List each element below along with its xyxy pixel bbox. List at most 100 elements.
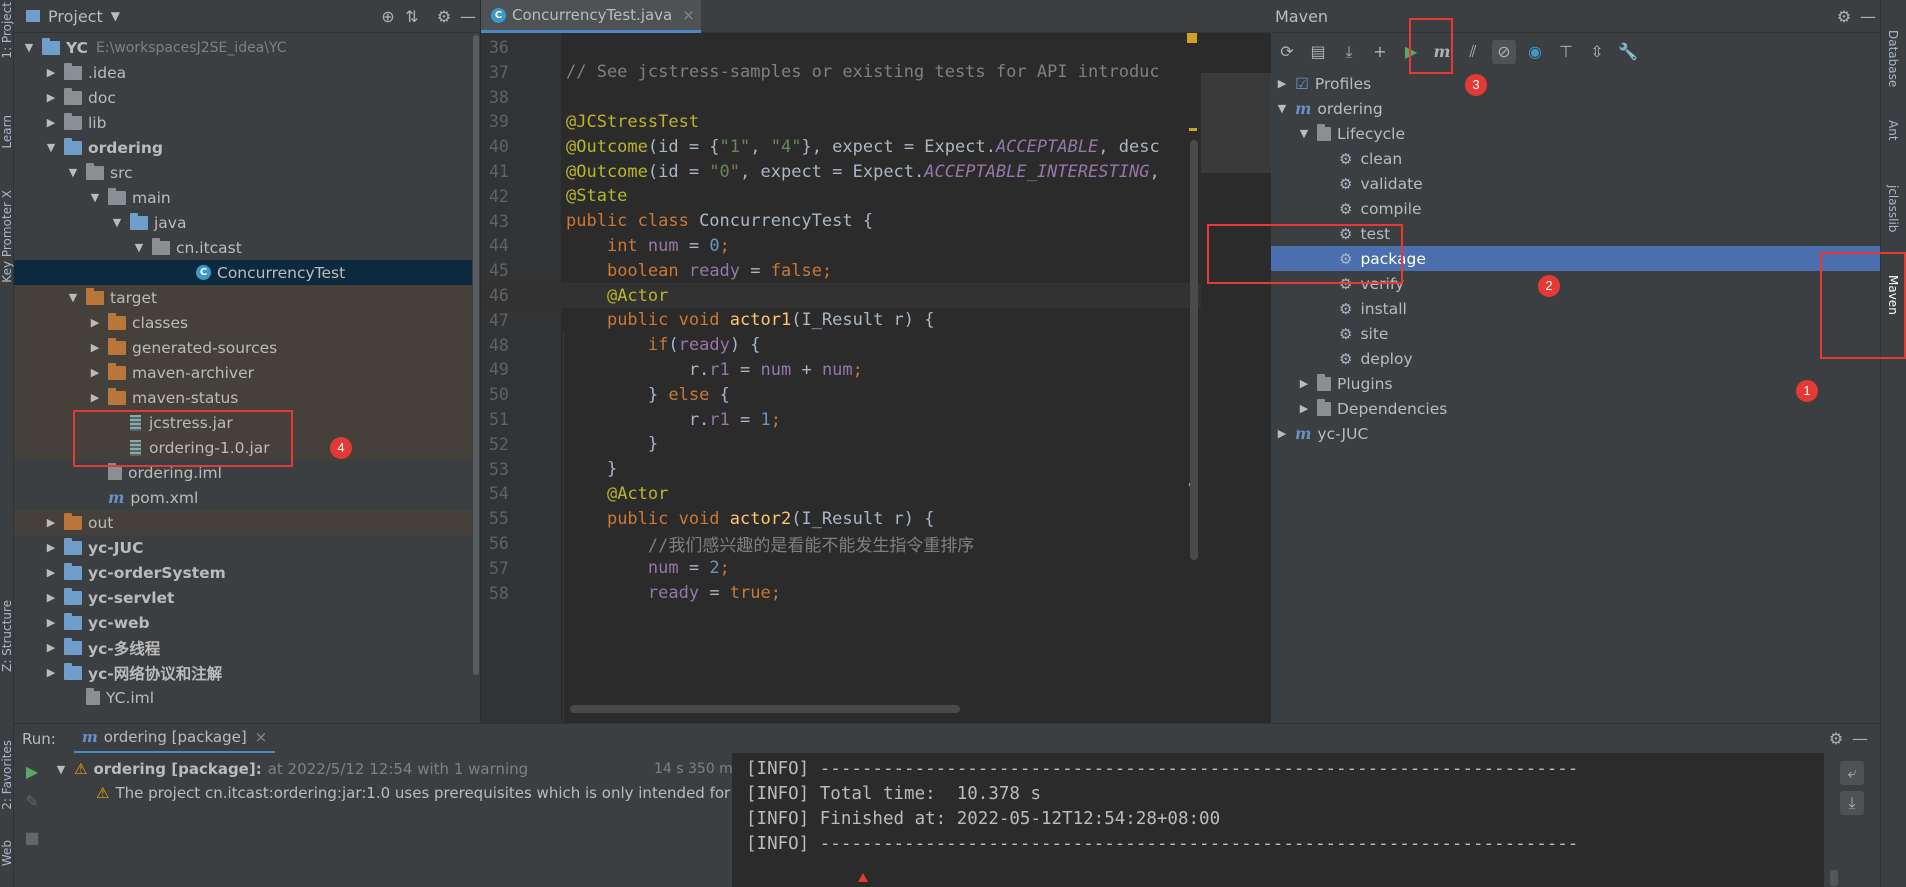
- run-tree-item[interactable]: ▼ ⚠ ordering [package]: at 2022/5/12 12:…: [54, 757, 732, 781]
- project-tree-item[interactable]: ▶ yc-servlet: [14, 585, 472, 610]
- gear-icon[interactable]: ⚙: [1832, 4, 1856, 28]
- chevron-down-icon[interactable]: ▼: [44, 141, 58, 154]
- gear-icon[interactable]: ⚙: [1824, 727, 1848, 751]
- maven-tree-item[interactable]: ▶ Plugins: [1271, 371, 1880, 396]
- warning-row[interactable]: ⚠ The project cn.itcast:ordering:jar:1.0…: [96, 781, 732, 805]
- gear-icon[interactable]: ⚙: [432, 4, 456, 28]
- project-tree-item[interactable]: ▶ .idea: [14, 60, 472, 85]
- chevron-right-icon[interactable]: ▶: [44, 641, 58, 654]
- project-tree-item[interactable]: ▼ ordering: [14, 135, 472, 160]
- chevron-right-icon[interactable]: ▶: [44, 116, 58, 129]
- project-tree-item[interactable]: m pom.xml: [14, 485, 472, 510]
- chevron-right-icon[interactable]: ▶: [44, 541, 58, 554]
- project-tree-item[interactable]: C ConcurrencyTest: [14, 260, 472, 285]
- console-output[interactable]: [INFO] ---------------------------------…: [734, 753, 1824, 887]
- project-tree-item[interactable]: ▶ yc-JUC: [14, 535, 472, 560]
- execute-icon[interactable]: ◉: [1523, 40, 1547, 64]
- chevron-right-icon[interactable]: ▶: [88, 391, 102, 404]
- chevron-right-icon[interactable]: ▶: [1297, 402, 1311, 415]
- database-tool-tab[interactable]: Database: [1886, 30, 1900, 87]
- chevron-down-icon[interactable]: ▼: [22, 41, 36, 54]
- learn-tool-tab[interactable]: Learn: [0, 115, 14, 149]
- minimize-icon[interactable]: —: [1856, 4, 1880, 28]
- project-tree-item[interactable]: ▼ YC E:\workspacesJ2SE_idea\YC: [14, 35, 472, 60]
- toggle-icon[interactable]: ✎: [20, 789, 44, 813]
- maven-tree-item[interactable]: ⚙ install: [1271, 296, 1880, 321]
- project-tree-item[interactable]: ▼ cn.itcast: [14, 235, 472, 260]
- project-tree-item[interactable]: ▼ target: [14, 285, 472, 310]
- console-scrollbar[interactable]: [1830, 870, 1838, 886]
- chevron-right-icon[interactable]: ▶: [88, 366, 102, 379]
- collapse-icon[interactable]: ⇳: [1585, 40, 1609, 64]
- soft-wrap-icon[interactable]: ⤶: [1840, 761, 1864, 785]
- project-panel-title[interactable]: Project: [48, 7, 103, 26]
- project-tool-tab[interactable]: 1: Project: [0, 2, 14, 59]
- project-tree-item[interactable]: ▶ doc: [14, 85, 472, 110]
- web-tool-tab[interactable]: Web: [0, 840, 14, 866]
- chevron-right-icon[interactable]: ▶: [44, 66, 58, 79]
- project-tree-item[interactable]: YC.iml: [14, 685, 472, 710]
- chevron-right-icon[interactable]: ▶: [44, 91, 58, 104]
- skip-tests-icon[interactable]: ⊘: [1492, 39, 1516, 64]
- chevron-right-icon[interactable]: ▶: [1275, 77, 1289, 90]
- maven-tree-item[interactable]: ⚙ compile: [1271, 196, 1880, 221]
- code-editor[interactable]: 36 37 // See jcstress-samples or existing …: [481, 33, 1271, 723]
- run-tab[interactable]: m ordering [package] ×: [73, 724, 276, 754]
- add-folder-icon[interactable]: ▤: [1306, 40, 1330, 64]
- chevron-down-icon[interactable]: ▼: [110, 216, 124, 229]
- chevron-right-icon[interactable]: ▶: [44, 516, 58, 529]
- chevron-right-icon[interactable]: ▶: [44, 666, 58, 679]
- maven-tree-item[interactable]: ⚙ clean: [1271, 146, 1880, 171]
- download-icon[interactable]: ⤓: [1337, 40, 1361, 64]
- chevron-right-icon[interactable]: ▶: [1275, 427, 1289, 440]
- plus-icon[interactable]: +: [1368, 40, 1392, 64]
- project-tree-item[interactable]: ▼ src: [14, 160, 472, 185]
- project-tree-item[interactable]: ▶ maven-status: [14, 385, 472, 410]
- wrench-icon[interactable]: 🔧: [1616, 40, 1640, 64]
- chevron-right-icon[interactable]: ▶: [1297, 377, 1311, 390]
- jclasslib-tool-tab[interactable]: jclasslib: [1886, 185, 1900, 232]
- chevron-right-icon[interactable]: ▶: [88, 341, 102, 354]
- favorites-tool-tab[interactable]: 2: Favorites: [0, 740, 14, 810]
- stop-icon[interactable]: ■: [20, 825, 44, 849]
- chevron-right-icon[interactable]: ▶: [88, 316, 102, 329]
- chevron-right-icon[interactable]: ▶: [44, 566, 58, 579]
- maven-tree-item[interactable]: ⚙ site: [1271, 321, 1880, 346]
- chevron-down-icon[interactable]: ▼: [1297, 127, 1311, 140]
- project-tree-item[interactable]: ▶ out: [14, 510, 472, 535]
- close-tab-icon[interactable]: ×: [682, 6, 695, 24]
- project-tree-item[interactable]: ▶ classes: [14, 310, 472, 335]
- collapse-all-icon[interactable]: ⇅: [400, 4, 424, 28]
- maven-tree-item[interactable]: ⚙ validate: [1271, 171, 1880, 196]
- minimize-icon[interactable]: —: [456, 4, 480, 28]
- chevron-down-icon[interactable]: ▼: [66, 166, 80, 179]
- project-tree-item[interactable]: ▶ yc-web: [14, 610, 472, 635]
- locate-icon[interactable]: ⊕: [376, 4, 400, 28]
- maven-tree-item[interactable]: ▶ m yc-JUC: [1271, 421, 1880, 446]
- project-tree-item[interactable]: ▶ yc-多线程: [14, 635, 472, 660]
- maven-tree-item[interactable]: ▶ Dependencies: [1271, 396, 1880, 421]
- chevron-right-icon[interactable]: ▶: [44, 591, 58, 604]
- project-tree-item[interactable]: ▼ main: [14, 185, 472, 210]
- editor-hscrollbar[interactable]: [570, 705, 960, 713]
- chevron-down-icon[interactable]: ▼: [66, 291, 80, 304]
- close-tab-icon[interactable]: ×: [255, 728, 268, 746]
- toggle-offline-icon[interactable]: ⫽: [1461, 40, 1485, 64]
- maven-tree-item[interactable]: ▼ Lifecycle: [1271, 121, 1880, 146]
- structure-tool-tab[interactable]: Z: Structure: [0, 600, 14, 672]
- project-tree-item[interactable]: ▶ yc-网络协议和注解: [14, 660, 472, 685]
- chevron-down-icon[interactable]: ▼: [88, 191, 102, 204]
- editor-scrollbar[interactable]: [1190, 140, 1198, 560]
- show-dependencies-icon[interactable]: ⊤: [1554, 40, 1578, 64]
- maven-tree-item[interactable]: ⚙ deploy: [1271, 346, 1880, 371]
- chevron-down-icon[interactable]: ▼: [132, 241, 146, 254]
- project-tree-item[interactable]: ▶ generated-sources: [14, 335, 472, 360]
- tab-concurrency-test[interactable]: C ConcurrencyTest.java ×: [481, 0, 701, 33]
- maven-tree-item[interactable]: ▼ m ordering: [1271, 96, 1880, 121]
- maven-tree-item[interactable]: ▶ ☑ Profiles: [1271, 71, 1880, 96]
- project-scrollbar[interactable]: [472, 33, 480, 723]
- chevron-right-icon[interactable]: ▶: [44, 616, 58, 629]
- key-promoter-tool-tab[interactable]: Key Promoter X: [0, 190, 14, 283]
- project-tree-item[interactable]: ▼ java: [14, 210, 472, 235]
- chevron-down-icon[interactable]: ▼: [111, 9, 120, 23]
